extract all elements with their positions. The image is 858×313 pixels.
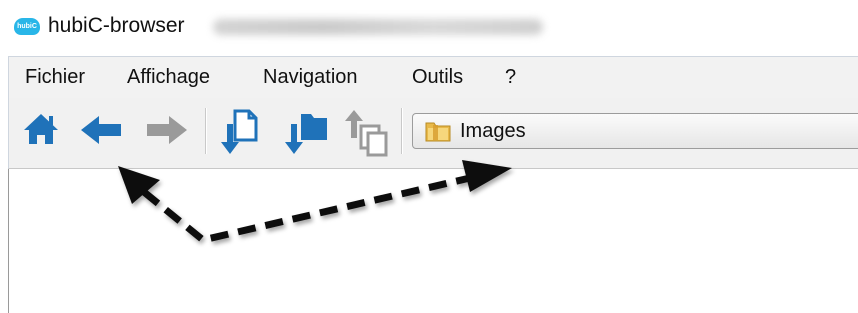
back-arrow-icon [81,116,121,144]
title-bar: hubiC hubiC-browser [8,0,858,55]
forward-arrow-icon [147,116,187,144]
file-list-area[interactable] [8,169,858,313]
toolbar-separator [205,108,206,154]
forward-button[interactable] [145,108,187,152]
menu-navigation[interactable]: Navigation [263,66,358,89]
home-button[interactable] [21,108,61,152]
upload-folder-icon [285,114,327,154]
menu-outils[interactable]: Outils [412,66,463,89]
menu-bar: Fichier Affichage Navigation Outils ? [8,56,858,99]
menu-help[interactable]: ? [505,66,516,89]
move-up-button[interactable] [345,108,388,157]
upload-folder-button[interactable] [285,108,327,154]
toolbar-separator [401,108,402,154]
menu-fichier[interactable]: Fichier [25,66,85,89]
hubic-logo-icon: hubiC [14,18,40,35]
move-up-icon [345,110,388,157]
path-field[interactable]: Images [412,113,858,149]
back-button[interactable] [79,108,121,152]
upload-file-icon [221,109,258,154]
toolbar: Images [8,98,858,169]
folder-icon [425,122,451,142]
app-window: hubiC hubiC-browser Fichier Affichage Na… [8,0,858,313]
upload-file-button[interactable] [219,108,259,154]
window-title: hubiC-browser [48,14,185,37]
app-icon-label: hubiC [17,23,37,30]
blurred-account-text [213,19,543,35]
home-icon [24,114,58,144]
path-text: Images [460,120,526,142]
menu-affichage[interactable]: Affichage [127,66,210,89]
